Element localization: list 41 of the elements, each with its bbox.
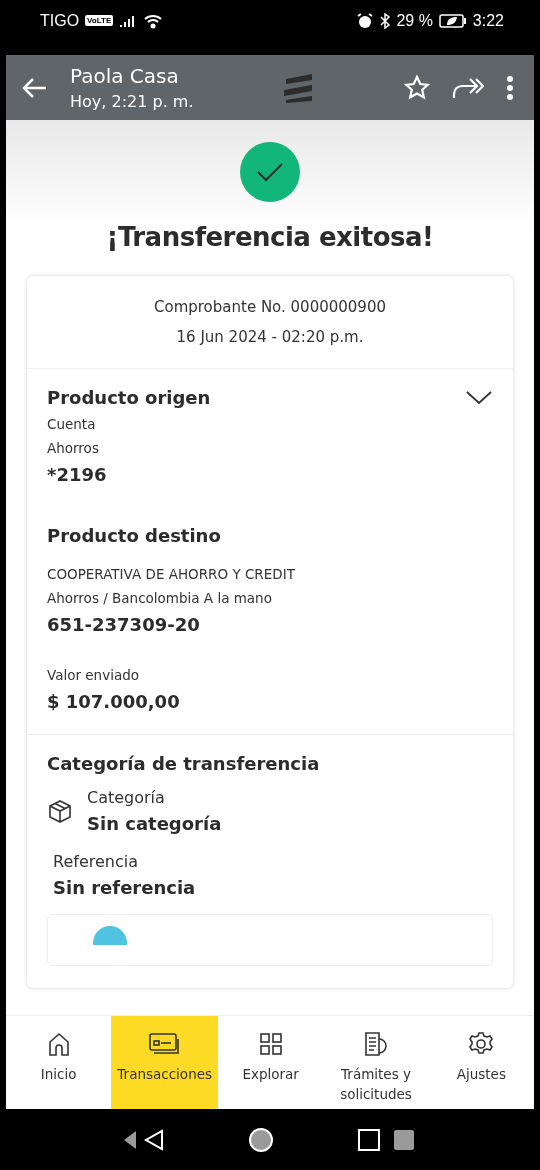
documents-icon [362,1030,390,1058]
bluetooth-icon [380,12,391,29]
carrier-name: TIGO [40,11,80,30]
reference-label: Referencia [53,852,139,871]
star-icon[interactable] [404,74,430,101]
more-options-icon[interactable] [506,74,514,101]
section-heading: Categoría de transferencia [47,753,321,774]
back-triangle-icon[interactable] [124,1128,164,1151]
wifi-icon [143,12,164,29]
amount-value: $ 107.000,00 [47,691,181,712]
network-badge: VoLTE [85,15,114,26]
account-detail: Ahorros / Bancolombia A la mano [47,590,273,606]
receipt-datetime: 16 Jun 2024 - 02:20 p.m. [176,328,364,346]
battery-percent: 29 % [396,11,433,30]
success-check-icon [240,142,300,202]
recents-square-icon[interactable] [358,1128,416,1151]
alarm-icon [356,11,375,30]
reference-value: Sin referencia [53,877,197,898]
contact-name: Paola Casa [70,64,180,88]
chevron-icon[interactable] [465,389,493,406]
message-timestamp: Hoy, 2:21 p. m. [70,92,195,111]
clock-time: 3:22 [472,11,504,30]
account-detail: Cuenta [47,416,97,432]
account-detail: Ahorros [47,440,100,456]
section-heading: Producto destino [47,525,222,546]
category-label: Categoría [87,788,166,807]
nav-tab[interactable]: Transacciones [111,1016,219,1109]
section-heading: Producto origen [47,387,211,408]
receipt-number: Comprobante No. 0000000900 [154,298,386,316]
battery-icon [438,12,467,29]
amount-label: Valor enviado [47,667,140,683]
account-number: 651-237309-20 [47,614,201,635]
category-value: Sin categoría [87,813,222,834]
avatar-icon [92,925,128,945]
success-title: ¡Transferencia exitosa! [106,222,434,252]
account-number: *2196 [47,464,108,485]
back-arrow-icon[interactable] [22,76,48,99]
forward-icon[interactable] [452,75,484,100]
account-detail: COOPERATIVA DE AHORRO Y CREDIT [47,566,296,582]
home-circle-icon[interactable] [248,1126,274,1153]
box-icon [47,798,73,824]
